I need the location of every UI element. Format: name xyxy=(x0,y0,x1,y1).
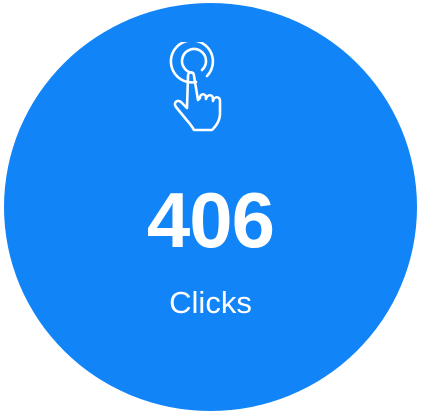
click-count-value: 406 xyxy=(146,176,275,264)
click-count-label: Clicks xyxy=(169,285,252,320)
tap-hand-icon xyxy=(169,42,222,132)
clicks-stat-card: 406 Clicks xyxy=(0,0,421,414)
